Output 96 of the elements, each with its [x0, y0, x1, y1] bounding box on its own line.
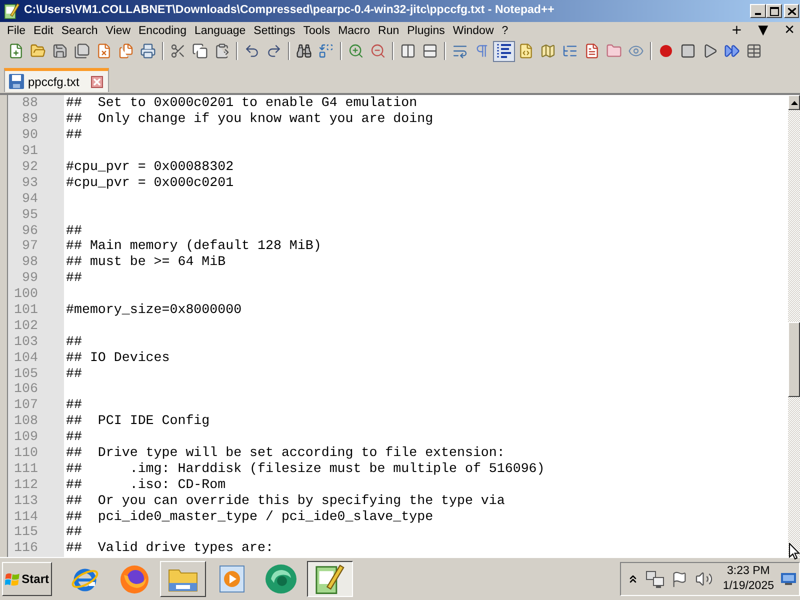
line-number: 103: [14, 334, 38, 349]
line-number: 92: [22, 159, 38, 174]
speaker-icon[interactable]: [694, 570, 713, 588]
line-number: 110: [14, 445, 38, 460]
close-button[interactable]: ✕: [781, 23, 798, 39]
notepad-icon[interactable]: [315, 564, 345, 594]
text-line: #cpu_pvr = 0x000c0201: [66, 174, 234, 190]
line-number: 107: [14, 397, 38, 412]
network-icon[interactable]: [646, 570, 664, 588]
line-number: 106: [14, 381, 38, 396]
start-logo-icon: [5, 572, 20, 586]
file-tab[interactable]: ppccfg.txt: [4, 68, 110, 92]
orb-icon[interactable]: [265, 564, 297, 594]
text-line: ## PCI IDE Config: [66, 413, 210, 428]
line-number: 111: [14, 460, 38, 476]
line-number: 94: [22, 190, 38, 206]
flag-icon[interactable]: [670, 570, 688, 588]
menu-item[interactable]: Settings: [250, 23, 300, 39]
text-line: ##: [66, 127, 82, 142]
globe-logo-icon[interactable]: [120, 564, 148, 594]
line-number: 100: [14, 286, 38, 302]
line-number: 104: [14, 350, 38, 365]
notepad-icon: [4, 3, 20, 19]
up-arrow-icon: [790, 100, 798, 104]
text-line: ## Drive type will be set according to file extension:: [66, 445, 505, 460]
text-line: ## Only change if you know want you are doing: [66, 111, 434, 126]
text-line: ##: [66, 334, 82, 349]
line-number: 115: [14, 524, 38, 540]
line-number: 116: [14, 540, 38, 556]
minimize-button[interactable]: [750, 4, 766, 18]
text-area[interactable]: [64, 95, 788, 557]
text-line: ## Main memory (default 128 MiB): [66, 238, 322, 254]
text-line: ##: [66, 366, 82, 381]
text-line: ##: [66, 397, 82, 412]
show-desktop-icon[interactable]: [781, 573, 796, 585]
record-icon[interactable]: [660, 45, 672, 57]
line-number: 90: [22, 127, 38, 142]
line-number: 102: [14, 318, 38, 333]
maximize-button[interactable]: [766, 4, 782, 18]
line-number: 93: [22, 174, 38, 190]
text-line: ## Set to 0x000c0201 to enable G4 emulation: [66, 95, 418, 110]
scroll-up-button[interactable]: [788, 95, 800, 110]
text-line: #memory_size=0x8000000: [66, 302, 242, 318]
menu-item[interactable]: Search: [57, 23, 102, 39]
close-button[interactable]: [784, 4, 799, 18]
start-button[interactable]: Start: [2, 562, 52, 596]
line-number: 114: [14, 508, 38, 524]
menu-item[interactable]: ?: [498, 23, 512, 39]
line-number: 113: [14, 492, 38, 508]
text-line: ## .img: Harddisk (filesize must be multiple of 516096): [66, 460, 545, 476]
plus-button[interactable]: +: [728, 23, 746, 39]
minimize-icon: [755, 13, 761, 15]
menu-item[interactable]: File: [3, 23, 30, 39]
scrollbar-thumb[interactable]: [788, 322, 800, 397]
close-icon: [788, 8, 796, 14]
text-line: ##: [66, 222, 82, 238]
menu-item[interactable]: Plugins: [403, 23, 449, 39]
line-number: 108: [14, 413, 38, 428]
line-number: 101: [14, 302, 38, 318]
text-line: ## must be >= 64 MiB: [66, 254, 226, 270]
line-number: 99: [22, 270, 38, 286]
media-player-icon[interactable]: [219, 565, 245, 593]
menu-item[interactable]: Macro: [334, 23, 374, 39]
menu-item[interactable]: Edit: [30, 23, 58, 39]
menu-item[interactable]: View: [102, 23, 135, 39]
clock-time[interactable]: 3:23 PM: [727, 564, 770, 579]
close-icon[interactable]: [91, 76, 104, 88]
menu-item[interactable]: Run: [374, 23, 404, 39]
text-line: ## IO Devices: [66, 350, 170, 365]
text-line: ##: [66, 270, 82, 286]
window-title: C:\Users\VM1.COLLABNET\Downloads\Compressed\pearpc-0.4-win32-jitc\ppccfg.txt - Notepad++: [24, 3, 554, 18]
text-line: ##: [66, 429, 82, 444]
text-line: ## pci_ide0_master_type / pci_ide0_slave_type: [66, 508, 434, 524]
text-line: ## Or you can override this by specifying the type via: [66, 492, 505, 508]
text-line: ## .iso: CD-Rom: [66, 476, 226, 492]
text-line: #cpu_pvr = 0x00088302: [66, 159, 234, 174]
menu-item[interactable]: Language: [190, 23, 250, 39]
line-number: 109: [14, 429, 38, 444]
line-number: 96: [22, 222, 38, 238]
text-line: ## Valid drive types are:: [66, 540, 274, 556]
line-number: 91: [22, 143, 38, 158]
menu-item[interactable]: Window: [448, 23, 498, 39]
clock-date[interactable]: 1/19/2025: [722, 579, 774, 594]
menu-item[interactable]: Tools: [299, 23, 334, 39]
line-number: 97: [22, 238, 38, 254]
line-number: 88: [22, 95, 38, 110]
text-line: ##: [66, 524, 82, 540]
line-number: 98: [22, 254, 38, 270]
taskbar-button[interactable]: [307, 561, 353, 597]
line-number: 95: [22, 206, 38, 222]
dropdown-button[interactable]: ▼: [755, 23, 772, 39]
menu-item[interactable]: Encoding: [134, 23, 190, 39]
maximize-icon: [770, 6, 778, 16]
line-number: 105: [14, 366, 38, 381]
line-number: 112: [14, 476, 38, 492]
line-number: 89: [22, 111, 38, 126]
